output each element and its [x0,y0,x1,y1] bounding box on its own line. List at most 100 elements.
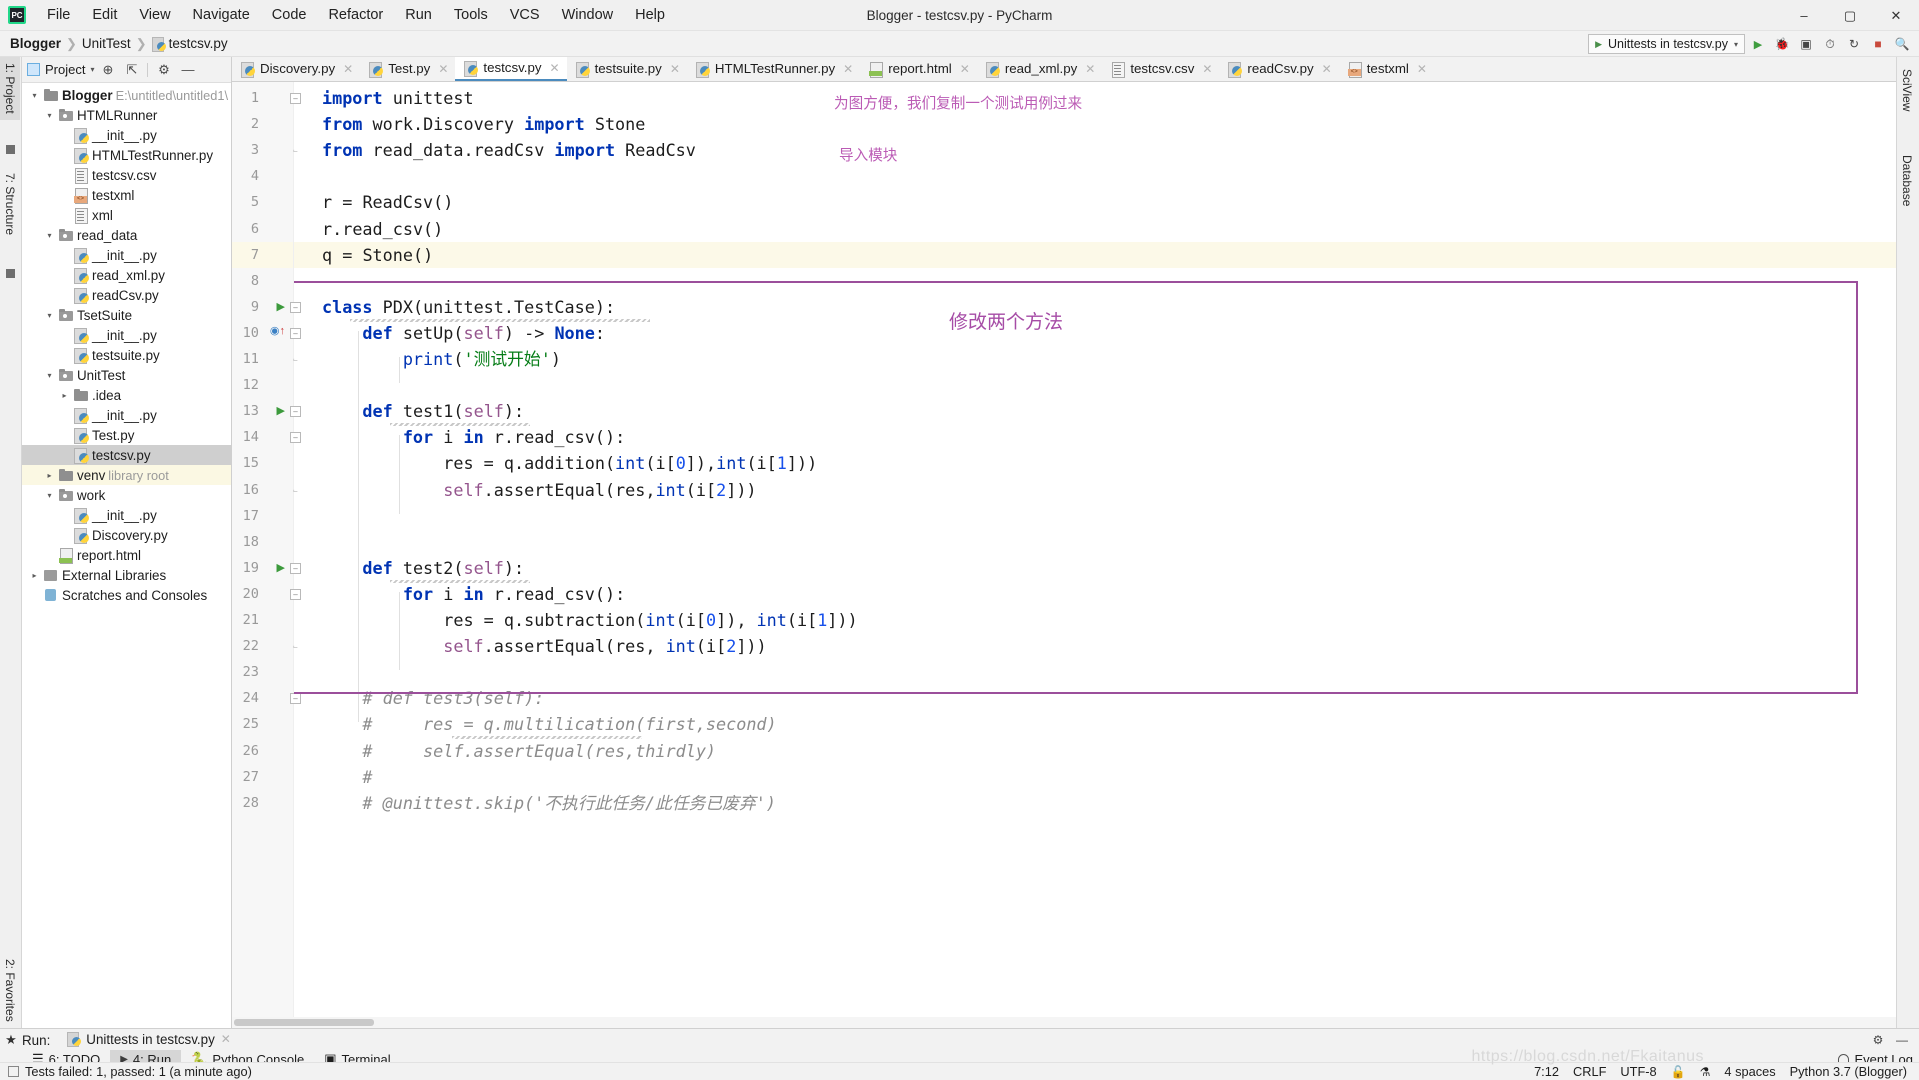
tree-node-testxml[interactable]: ▸testxml [22,185,231,205]
editor-tab-testsuite-py[interactable]: testsuite.py ✕ [567,57,687,81]
line-separator[interactable]: CRLF [1573,1064,1606,1079]
breadcrumb-item-project[interactable]: Blogger [7,36,64,51]
breadcrumb-item-folder[interactable]: UnitTest [79,36,134,51]
run-test-gutter-icon[interactable]: ▶ [277,561,285,574]
tree-node--init-py[interactable]: ▸__init__.py [22,125,231,145]
menu-help[interactable]: Help [624,4,676,27]
editor-gutter[interactable]: 1–2 3 ⌐ 4 5 6 7 8 9 ▶ –10 ◉↑ –11 ⌐ 12 13 ▶ –14–15 16 ⌐ 17 18 1… [232,82,301,1028]
close-button[interactable]: ✕ [1873,0,1919,31]
caret-position[interactable]: 7:12 [1534,1064,1559,1079]
editor-body[interactable]: 1–2 3 ⌐ 4 5 6 7 8 9 ▶ –10 ◉↑ –11 ⌐ 12 13 ▶ –14–15 16 ⌐ 17 18 1… [232,82,1896,1028]
editor-tab-bar[interactable]: Discovery.py ✕ Test.py ✕ testcsv.py ✕ testsuit… [232,57,1896,82]
menu-view[interactable]: View [128,4,181,27]
editor-tab-testcsv-py[interactable]: testcsv.py ✕ [455,57,567,81]
run-config-selector[interactable]: ▶ Unittests in testcsv.py ▾ [1588,34,1745,54]
chevron-down-icon[interactable]: ▾ [43,111,56,120]
menu-window[interactable]: Window [551,4,625,27]
editor-tab-testxml[interactable]: testxml ✕ [1339,57,1434,81]
rail-tab-favorites[interactable]: 2: Favorites [0,953,20,1028]
run-test-gutter-icon[interactable]: ▶ [277,300,285,313]
code-pane[interactable]: import unittest from work.Discovery impor… [294,82,1896,1028]
breadcrumb-item-file[interactable]: testcsv.py [149,36,231,52]
close-icon[interactable]: ✕ [343,62,353,76]
tree-node--init-py[interactable]: ▸__init__.py [22,405,231,425]
code-line[interactable]: r = ReadCsv() [322,194,453,211]
override-method-gutter-icon[interactable]: ◉↑ [270,324,285,337]
tree-node-testcsv-csv[interactable]: ▸testcsv.csv [22,165,231,185]
menu-navigate[interactable]: Navigate [182,4,261,27]
editor-tab-report-html[interactable]: report.html ✕ [860,57,977,81]
code-line[interactable]: # res = q.multilication(first,second) [322,716,776,733]
favorites-star-icon[interactable]: ★ [0,1032,22,1048]
run-button[interactable]: ▶ [1747,33,1769,55]
run-test-gutter-icon[interactable]: ▶ [277,404,285,417]
tree-node-scratches-and-consoles[interactable]: ▸Scratches and Consoles [22,585,231,605]
tree-node-htmltestrunner-py[interactable]: ▸HTMLTestRunner.py [22,145,231,165]
tree-node-readcsv-py[interactable]: ▸readCsv.py [22,285,231,305]
close-icon[interactable]: ✕ [438,62,448,76]
chevron-down-icon[interactable]: ▾ [43,371,56,380]
code-line[interactable]: from read_data.readCsv import ReadCsv [322,142,696,159]
lock-icon[interactable]: 🔓 [1671,1065,1686,1079]
tree-node-read-xml-py[interactable]: ▸read_xml.py [22,265,231,285]
close-icon[interactable]: ✕ [1417,62,1427,76]
indent-setting[interactable]: 4 spaces [1724,1064,1775,1079]
close-icon[interactable]: ✕ [1085,62,1095,76]
chevron-right-icon[interactable]: ▸ [43,471,56,480]
scrollbar-thumb[interactable] [234,1019,374,1026]
coverage-button[interactable]: ▣ [1795,33,1817,55]
menu-vcs[interactable]: VCS [499,4,551,27]
close-icon[interactable]: ✕ [550,61,560,75]
tree-node-work[interactable]: ▾ work [22,485,231,505]
editor-tab-testcsv-csv[interactable]: testcsv.csv ✕ [1102,57,1219,81]
chevron-down-icon[interactable]: ▾ [43,231,56,240]
menu-file[interactable]: File [36,4,81,27]
chevron-down-icon[interactable]: ▾ [43,311,56,320]
horizontal-scrollbar[interactable] [232,1017,1896,1028]
gear-icon[interactable]: ⚙ [1867,1029,1889,1051]
python-interpreter[interactable]: Python 3.7 (Blogger) [1790,1064,1907,1079]
menu-tools[interactable]: Tools [443,4,499,27]
project-tree[interactable]: ▾ Blogger E:\untitled\untitled1\ ▾ HTMLRunn… [22,83,231,1028]
tree-node-tsetsuite[interactable]: ▾ TsetSuite [22,305,231,325]
tree-node-discovery-py[interactable]: ▸Discovery.py [22,525,231,545]
close-icon[interactable]: ✕ [221,1032,231,1046]
rail-tab-project[interactable]: 1: Project [0,57,20,120]
search-everywhere-icon[interactable]: 🔍 [1891,33,1913,55]
tree-node-unittest[interactable]: ▾ UnitTest [22,365,231,385]
maximize-button[interactable]: ▢ [1827,0,1873,31]
gear-icon[interactable]: ⚙ [153,59,174,80]
close-icon[interactable]: ✕ [960,62,970,76]
rerun-button[interactable]: ↻ [1843,33,1865,55]
tree-node-test-py[interactable]: ▸Test.py [22,425,231,445]
tree-node--init-py[interactable]: ▸__init__.py [22,245,231,265]
chevron-right-icon[interactable]: ▸ [28,571,41,580]
chevron-right-icon[interactable]: ▸ [58,391,71,400]
rail-tab-sciview[interactable]: SciView [1897,63,1917,117]
tree-node-xml[interactable]: ▸xml [22,205,231,225]
rail-tab-structure[interactable]: 7: Structure [0,167,20,241]
tree-node--idea[interactable]: ▸ .idea [22,385,231,405]
chevron-down-icon[interactable]: ▾ [43,491,56,500]
rail-tab-database[interactable]: Database [1897,149,1917,212]
locate-icon[interactable]: ⊕ [97,59,118,80]
code-line[interactable]: r.read_csv() [322,220,443,238]
close-icon[interactable]: ✕ [1202,62,1212,76]
chevron-down-icon[interactable]: ▾ [28,91,41,100]
tree-node-external-libraries[interactable]: ▸ External Libraries [22,565,231,585]
editor-tab-readcsv-py[interactable]: readCsv.py ✕ [1219,57,1338,81]
tree-node-report-html[interactable]: ▸report.html [22,545,231,565]
file-encoding[interactable]: UTF-8 [1620,1064,1656,1079]
close-icon[interactable]: ✕ [843,62,853,76]
tree-node--init-py[interactable]: ▸__init__.py [22,505,231,525]
menu-code[interactable]: Code [261,4,318,27]
editor-tab-discovery-py[interactable]: Discovery.py ✕ [232,57,360,81]
tree-node-read-data[interactable]: ▾ read_data [22,225,231,245]
close-icon[interactable]: ✕ [1322,62,1332,76]
editor-tab-read-xml-py[interactable]: read_xml.py ✕ [977,57,1103,81]
minimize-button[interactable]: – [1781,0,1827,31]
run-tab-unittests[interactable]: Unittests in testcsv.py ✕ [59,1029,239,1052]
code-line[interactable]: # @unittest.skip('不执行此任务/此任务已废弃') [322,794,776,812]
close-icon[interactable]: ✕ [670,62,680,76]
code-line[interactable]: # [322,768,372,786]
